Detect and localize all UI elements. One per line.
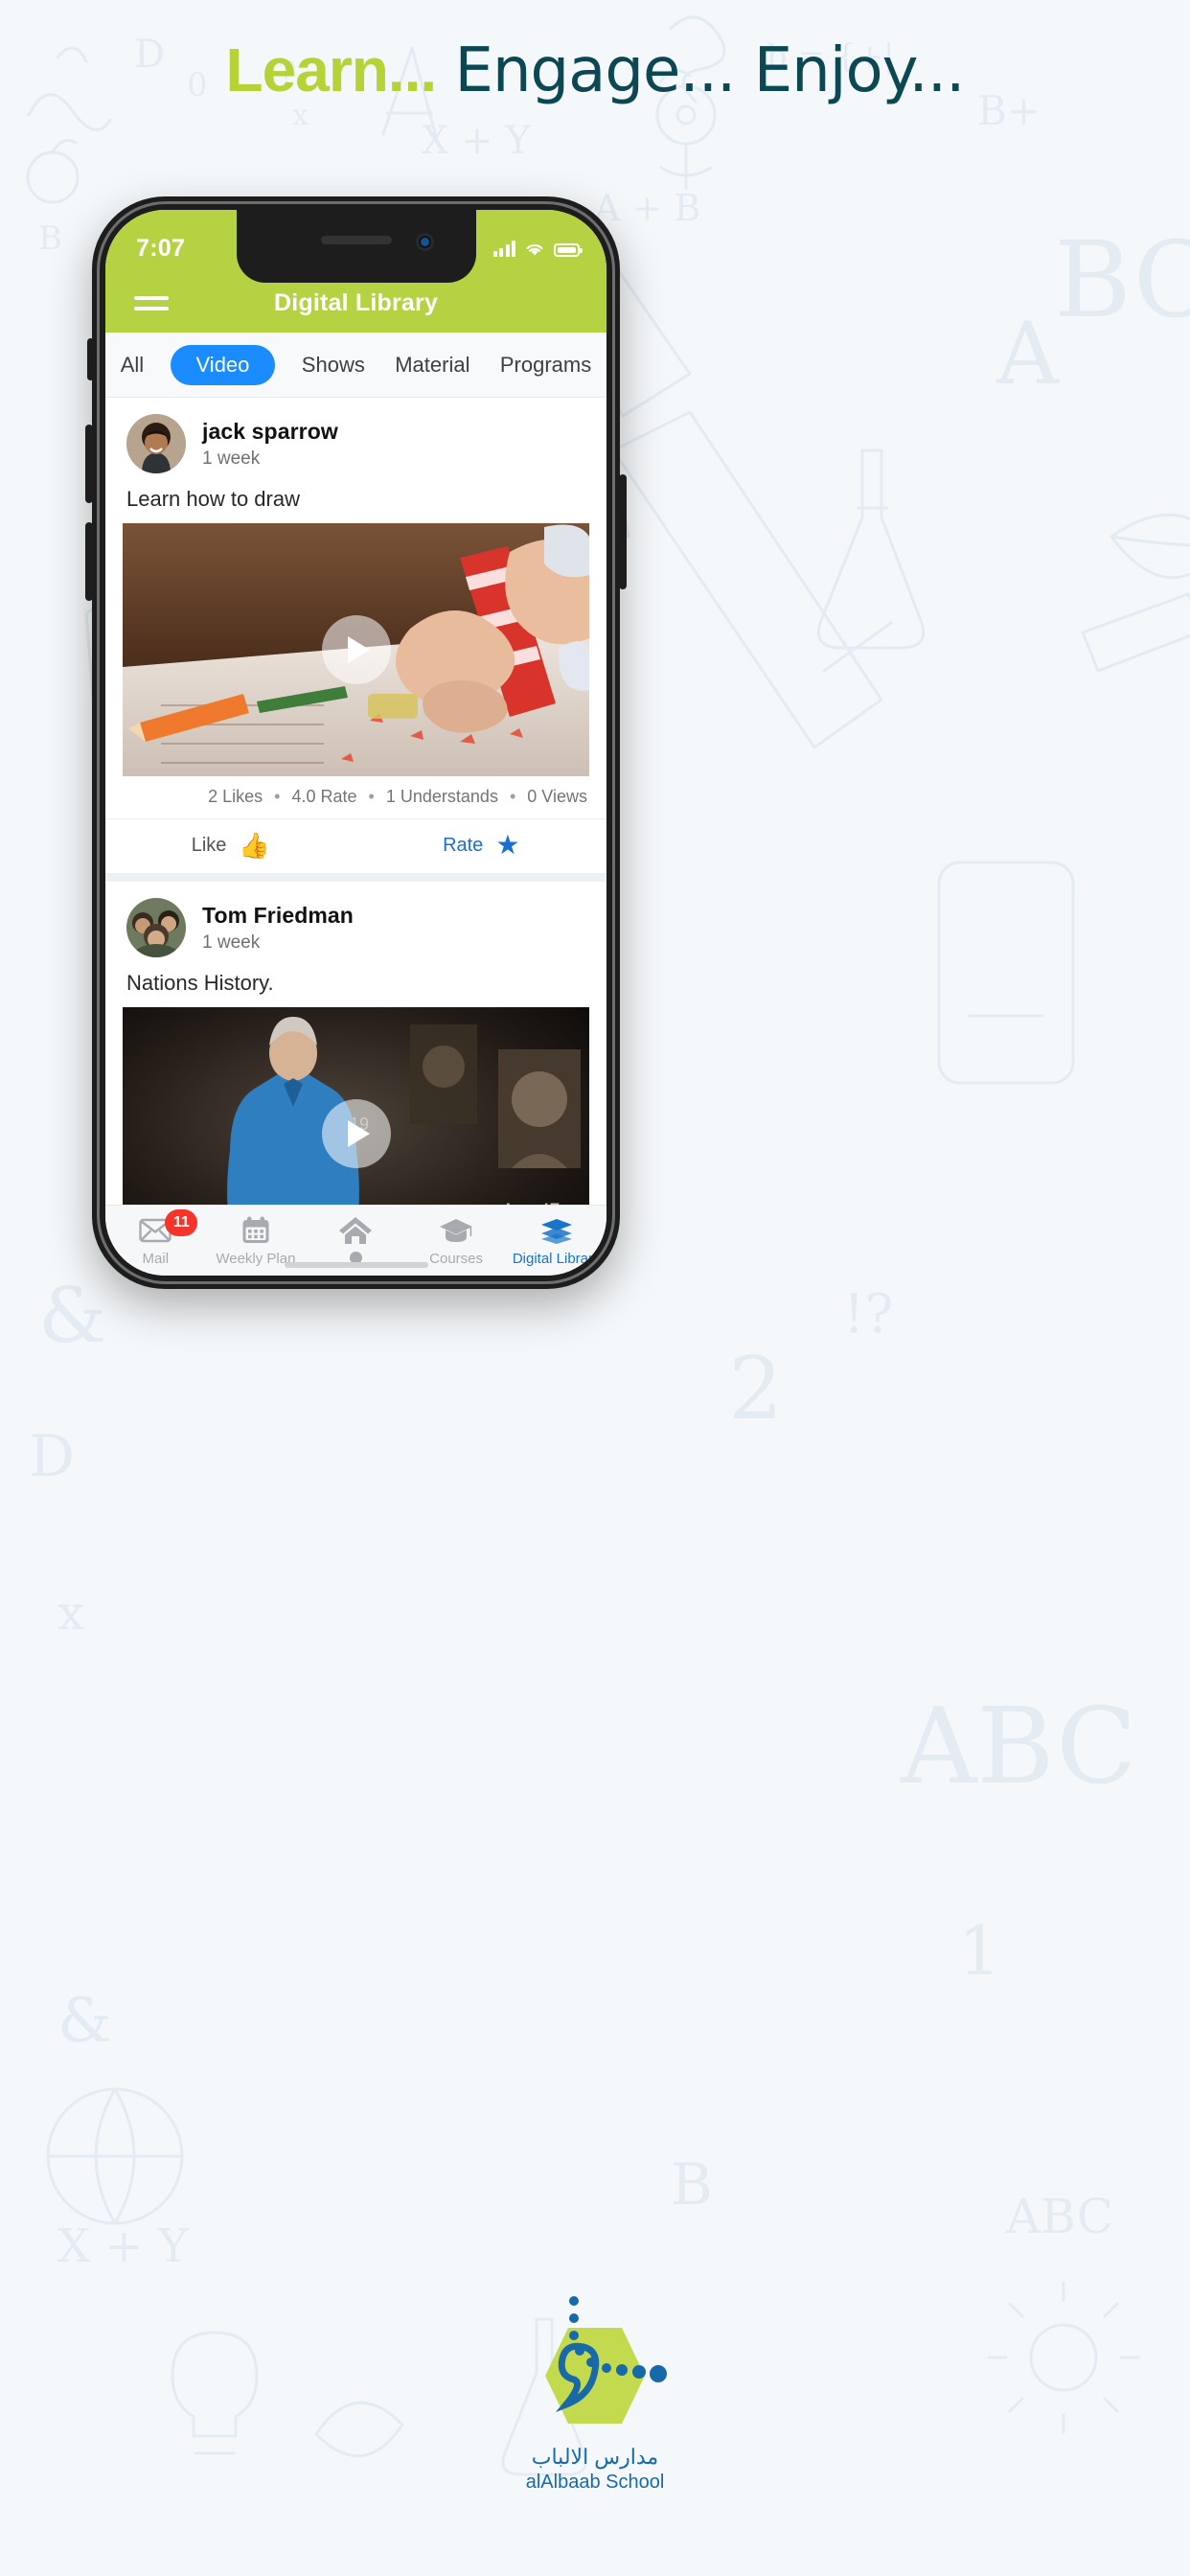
post-card: Tom Friedman 1 week Nations History. bbox=[105, 882, 606, 1205]
svg-text:&: & bbox=[57, 1986, 112, 2057]
svg-text:X + Y: X + Y bbox=[422, 119, 531, 163]
svg-text:D: D bbox=[29, 1423, 75, 1490]
front-camera-icon bbox=[415, 233, 434, 251]
rate-button[interactable]: Rate ★ bbox=[356, 832, 607, 859]
post-text: Learn how to draw bbox=[126, 487, 300, 511]
nav-item-digital-library[interactable]: Digital Library bbox=[506, 1214, 606, 1267]
svg-text:&: & bbox=[38, 1271, 106, 1360]
logo-mark-icon bbox=[499, 2288, 691, 2441]
svg-text:ABC: ABC bbox=[900, 1685, 1136, 1807]
post-time: 1 week bbox=[202, 932, 261, 953]
wifi-icon bbox=[526, 243, 543, 255]
post-author: jack sparrow bbox=[202, 418, 338, 444]
status-time: 7:07 bbox=[136, 234, 186, 262]
like-button[interactable]: Like 👍 bbox=[105, 832, 356, 859]
logo-name-arabic: مدارس الالباب bbox=[531, 2445, 659, 2469]
nav-item-courses[interactable]: Courses bbox=[406, 1214, 507, 1267]
books-icon bbox=[506, 1214, 606, 1247]
avatar[interactable] bbox=[126, 898, 186, 957]
svg-text:B: B bbox=[38, 219, 62, 258]
svg-text:X + Y: X + Y bbox=[57, 2220, 190, 2273]
post-text: Nations History. bbox=[126, 971, 274, 995]
hamburger-menu-icon[interactable] bbox=[134, 289, 169, 317]
play-icon[interactable] bbox=[321, 1099, 391, 1168]
tab-video[interactable]: Video bbox=[170, 344, 276, 385]
nav-item-weekly-plan[interactable]: Weekly Plan bbox=[206, 1214, 307, 1267]
tab-shows[interactable]: Shows bbox=[298, 346, 369, 384]
page-headline: Learn... Engage... Enjoy... bbox=[0, 35, 1190, 106]
rate-label: Rate bbox=[443, 834, 484, 856]
svg-text:x: x bbox=[57, 1585, 84, 1641]
like-label: Like bbox=[191, 834, 227, 856]
home-indicator bbox=[284, 1262, 428, 1268]
home-icon bbox=[306, 1214, 406, 1247]
calendar-icon bbox=[206, 1214, 307, 1247]
nav-item-home[interactable] bbox=[306, 1214, 406, 1268]
play-icon[interactable] bbox=[321, 615, 391, 684]
post-feed[interactable]: jack sparrow 1 week Learn how to draw 2 … bbox=[105, 398, 606, 1205]
post-video-thumbnail[interactable] bbox=[123, 523, 589, 776]
svg-text:A + B: A + B bbox=[593, 187, 700, 229]
headline-part-learn: Learn... bbox=[225, 35, 438, 104]
post-time: 1 week bbox=[202, 448, 261, 469]
stat-separator: • bbox=[368, 787, 375, 806]
stat-likes: 2 Likes bbox=[208, 787, 263, 806]
phone-power-button bbox=[619, 474, 627, 589]
tab-programs[interactable]: Programs bbox=[496, 346, 595, 384]
nav-item-mail[interactable]: 11 Mail bbox=[105, 1209, 206, 1267]
mail-badge: 11 bbox=[165, 1209, 198, 1236]
stat-rate: 4.0 Rate bbox=[291, 787, 357, 806]
post-card: jack sparrow 1 week Learn how to draw 2 … bbox=[105, 398, 606, 873]
stat-views: 0 Views bbox=[527, 787, 587, 806]
phone-volume-down bbox=[85, 522, 93, 601]
promo-screenshot: D 0 ? x B X + Y A + B b = {+| B+ BC A & … bbox=[0, 0, 1190, 2576]
stat-separator: • bbox=[509, 787, 516, 806]
svg-text:A: A bbox=[995, 304, 1060, 404]
cellular-bars-icon bbox=[492, 240, 515, 257]
svg-text:ABC: ABC bbox=[1005, 2189, 1113, 2244]
post-video-thumbnail[interactable]: Age 47 e 19 bbox=[123, 1007, 589, 1205]
stat-understands: 1 Understands bbox=[385, 787, 498, 806]
phone-screen: 7:07 Digital Library All Video Shows Mat… bbox=[105, 210, 606, 1276]
nav-label-digital-library: Digital Library bbox=[512, 1251, 601, 1267]
phone-volume-up bbox=[85, 425, 93, 503]
post-header: jack sparrow 1 week bbox=[105, 398, 606, 483]
logo-name-english: alAlbaab School bbox=[525, 2472, 665, 2493]
thumbs-up-icon: 👍 bbox=[239, 831, 270, 860]
svg-text:B: B bbox=[671, 2151, 713, 2219]
svg-text:!?: !? bbox=[843, 1283, 894, 1346]
headline-part-engage-enjoy: Engage... Enjoy... bbox=[436, 35, 966, 106]
phone-mute-switch bbox=[87, 338, 94, 380]
post-header: Tom Friedman 1 week bbox=[105, 882, 606, 967]
phone-notch bbox=[236, 210, 476, 283]
tab-all[interactable]: All bbox=[117, 346, 148, 384]
graduation-cap-icon bbox=[406, 1214, 507, 1247]
tab-material[interactable]: Material bbox=[391, 346, 473, 384]
svg-text:2: 2 bbox=[728, 1339, 783, 1439]
post-author: Tom Friedman bbox=[202, 902, 354, 928]
svg-text:1: 1 bbox=[958, 1912, 1001, 1990]
star-icon: ★ bbox=[495, 830, 520, 860]
filter-tab-bar: All Video Shows Material Programs bbox=[105, 333, 606, 398]
phone-mockup: 7:07 Digital Library All Video Shows Mat… bbox=[85, 196, 627, 1289]
page-title: Digital Library bbox=[273, 288, 439, 316]
svg-text:BC: BC bbox=[1054, 218, 1190, 341]
stat-separator: • bbox=[274, 787, 281, 806]
post-actions: Like 👍 Rate ★ bbox=[105, 818, 606, 873]
school-logo: مدارس الالباب alAlbaab School bbox=[0, 2288, 1190, 2494]
earpiece-speaker bbox=[320, 236, 392, 244]
battery-icon bbox=[554, 242, 583, 257]
avatar[interactable] bbox=[126, 414, 186, 473]
nav-label-mail: Mail bbox=[142, 1251, 170, 1267]
post-stats: 2 Likes • 4.0 Rate • 1 Understands • 0 V… bbox=[105, 776, 606, 818]
